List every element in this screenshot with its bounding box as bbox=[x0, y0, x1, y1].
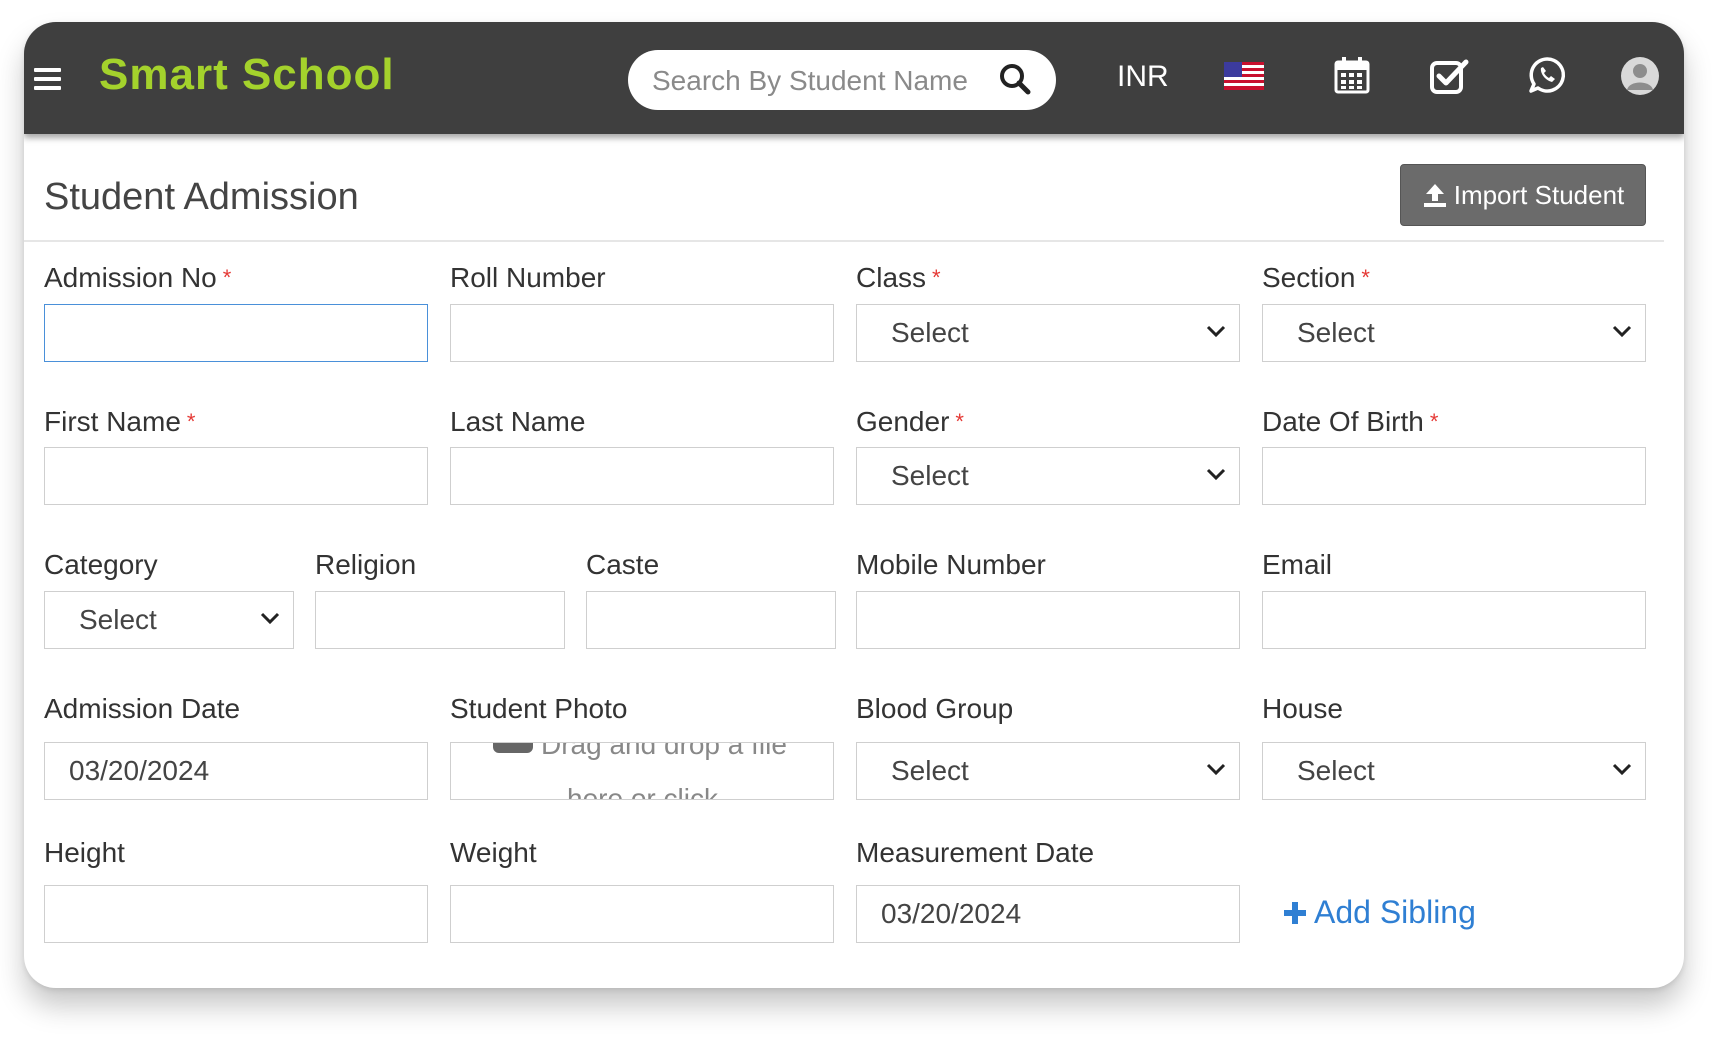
blood-group-label: Blood Group bbox=[856, 693, 1014, 724]
hamburger-menu-icon[interactable] bbox=[34, 68, 62, 92]
height-label: Height bbox=[44, 837, 125, 868]
required-mark: * bbox=[222, 265, 232, 290]
upload-icon bbox=[1423, 184, 1446, 207]
admission-no-input[interactable] bbox=[44, 304, 428, 362]
blood-group-select-value: Select bbox=[891, 755, 969, 786]
user-avatar[interactable] bbox=[1620, 56, 1660, 101]
blood-group-select[interactable]: Select bbox=[856, 742, 1240, 800]
dob-input[interactable] bbox=[1262, 447, 1646, 505]
caste-label: Caste bbox=[586, 549, 660, 580]
weight-label: Weight bbox=[450, 837, 537, 868]
house-select[interactable]: Select bbox=[1262, 742, 1646, 800]
weight-input[interactable] bbox=[450, 885, 834, 943]
category-select[interactable]: Select bbox=[44, 591, 294, 649]
dropzone-text: Drag and drop a file bbox=[541, 742, 787, 760]
import-student-label: Import Student bbox=[1453, 179, 1625, 210]
class-select[interactable]: Select bbox=[856, 304, 1240, 362]
plus-icon bbox=[1284, 901, 1306, 924]
required-mark: * bbox=[955, 409, 964, 434]
roll-number-label: Roll Number bbox=[450, 262, 606, 293]
email-input[interactable] bbox=[1262, 591, 1646, 649]
upload-icon bbox=[493, 743, 533, 753]
chevron-down-icon bbox=[1206, 763, 1226, 776]
whatsapp-icon[interactable] bbox=[1528, 56, 1566, 99]
chevron-down-icon bbox=[1612, 325, 1632, 338]
add-sibling-label: Add Sibling bbox=[1314, 894, 1476, 930]
height-input[interactable] bbox=[44, 885, 428, 943]
required-mark: * bbox=[186, 409, 196, 434]
caste-input[interactable] bbox=[586, 591, 836, 649]
import-student-button[interactable]: Import Student bbox=[1400, 164, 1646, 226]
chevron-down-icon bbox=[1206, 468, 1226, 481]
email-label: Email bbox=[1262, 549, 1333, 580]
calendar-icon[interactable] bbox=[1334, 56, 1370, 99]
dob-label: Date Of Birth * bbox=[1262, 406, 1439, 437]
gender-select-value: Select bbox=[891, 460, 969, 491]
religion-label: Religion bbox=[315, 549, 417, 580]
gender-select[interactable]: Select bbox=[856, 447, 1240, 505]
required-mark: * bbox=[932, 265, 941, 290]
required-mark: * bbox=[1429, 409, 1439, 434]
last-name-input[interactable] bbox=[450, 447, 834, 505]
last-name-label: Last Name bbox=[450, 406, 586, 437]
search-input[interactable] bbox=[650, 60, 974, 102]
chevron-down-icon bbox=[1206, 325, 1226, 338]
task-checkbox-icon[interactable] bbox=[1430, 58, 1470, 99]
section-select[interactable]: Select bbox=[1262, 304, 1646, 362]
chevron-down-icon bbox=[1612, 763, 1632, 776]
category-label: Category bbox=[44, 549, 158, 580]
top-navbar: Smart School INR bbox=[24, 22, 1684, 134]
measurement-date-label: Measurement Date bbox=[856, 837, 1095, 868]
section-label: Section * bbox=[1262, 262, 1370, 293]
first-name-input[interactable] bbox=[44, 447, 428, 505]
page-title: Student Admission bbox=[44, 176, 359, 218]
chevron-down-icon bbox=[260, 612, 280, 625]
admission-date-label: Admission Date bbox=[44, 693, 241, 724]
class-select-value: Select bbox=[891, 317, 969, 348]
search-box bbox=[628, 50, 1056, 110]
mobile-number-label: Mobile Number bbox=[856, 549, 1046, 580]
house-label: House bbox=[1262, 693, 1343, 724]
first-name-label: First Name * bbox=[44, 406, 196, 437]
currency-selector[interactable]: INR bbox=[1117, 60, 1169, 94]
gender-label: Gender * bbox=[856, 406, 964, 437]
brand-logo[interactable]: Smart School bbox=[99, 50, 395, 100]
student-photo-label: Student Photo bbox=[450, 693, 628, 724]
class-label: Class * bbox=[856, 262, 941, 293]
mobile-number-input[interactable] bbox=[856, 591, 1240, 649]
us-flag-icon[interactable] bbox=[1224, 62, 1264, 95]
dropzone-text: here or click bbox=[567, 783, 718, 800]
religion-input[interactable] bbox=[315, 591, 565, 649]
student-photo-dropzone[interactable]: Drag and drop a file here or click bbox=[450, 742, 834, 800]
roll-number-input[interactable] bbox=[450, 304, 834, 362]
add-sibling-link[interactable]: Add Sibling bbox=[1282, 894, 1476, 931]
search-icon[interactable] bbox=[998, 62, 1038, 98]
admission-date-input[interactable] bbox=[44, 742, 428, 800]
measurement-date-input[interactable] bbox=[856, 885, 1240, 943]
app-window: Smart School INR bbox=[24, 22, 1684, 988]
category-select-value: Select bbox=[79, 604, 157, 635]
section-select-value: Select bbox=[1297, 317, 1375, 348]
house-select-value: Select bbox=[1297, 755, 1375, 786]
required-mark: * bbox=[1361, 265, 1370, 290]
admission-no-label: Admission No * bbox=[44, 262, 232, 293]
